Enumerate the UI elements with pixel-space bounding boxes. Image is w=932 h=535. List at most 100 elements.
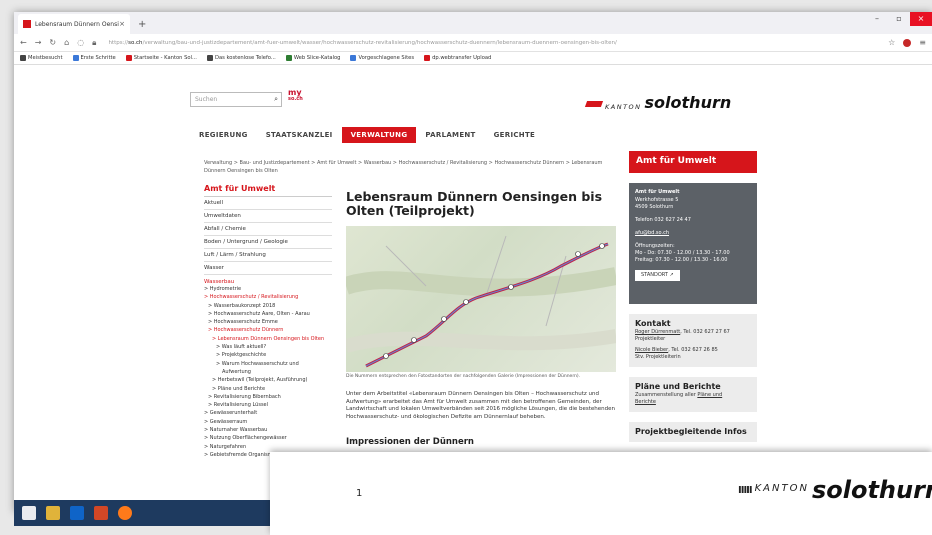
new-tab-button[interactable]: + — [138, 19, 146, 30]
bookmark-item[interactable]: Erste Schritte — [72, 55, 116, 61]
bookmark-item[interactable]: Das kostenlose Telefo... — [206, 55, 276, 61]
firefox-icon — [72, 55, 79, 61]
sidebar-item-boden[interactable]: Boden / Untergrund / Geologie — [204, 236, 332, 249]
bookmark-label: Startseite - Kanton Sol... — [133, 55, 197, 61]
nav-staatskanzlei[interactable]: STAATSKANZLEI — [257, 127, 342, 143]
maximize-button[interactable]: ▫ — [888, 12, 910, 26]
bookmark-star-icon[interactable]: ☆ — [888, 38, 895, 47]
url-bar[interactable]: https://so.ch/verwaltung/bau-und-justizd… — [104, 37, 880, 49]
url-path: /verwaltung/bau-und-justizdepartement/am… — [142, 39, 617, 46]
bookmark-item[interactable]: Web Slice-Katalog — [285, 55, 340, 61]
address-line: 4509 Solothurn — [635, 204, 674, 210]
sidebar-subitem[interactable]: > Wasserbaukonzept 2018 — [204, 302, 332, 310]
forward-icon[interactable]: → — [35, 38, 42, 47]
projekt-card: Projektbegleitende Infos — [629, 422, 757, 442]
url-prefix: https:// — [108, 39, 129, 46]
amt-header[interactable]: Amt für Umwelt — [629, 151, 757, 173]
sidebar-subitem[interactable]: > Hochwasserschutz / Revitalisierung — [204, 293, 332, 301]
standort-button[interactable]: STANDORT ↗ — [635, 270, 680, 281]
bookmark-item[interactable]: Vorgeschlagene Sites — [350, 55, 414, 61]
sidebar-item-aktuell[interactable]: Aktuell — [204, 197, 332, 210]
reload-icon[interactable]: ↻ — [49, 38, 56, 47]
projekt-title: Projektbegleitende Infos — [635, 427, 747, 436]
kontakt-link[interactable]: Roger Dürrenmatt — [635, 329, 680, 335]
hours-line: Freitag: 07.30 - 12.00 / 13.30 - 16.00 — [635, 257, 728, 263]
sidebar-item-luft[interactable]: Luft / Lärm / Strahlung — [204, 249, 332, 262]
plaene-link[interactable]: Pläne und — [697, 392, 722, 398]
url-domain: so.ch — [128, 39, 143, 46]
myso-logo[interactable]: my so.ch — [288, 89, 306, 109]
main-navigation: REGIERUNG STAATSKANZLEI VERWALTUNG PARLA… — [190, 127, 544, 143]
search-input[interactable]: Suchen ⌕ — [190, 92, 282, 107]
web-page: Suchen ⌕ my so.ch KANTON solothurn REGIE… — [14, 65, 932, 512]
sidebar-subitem[interactable]: Aufwertung — [204, 368, 332, 376]
logo-stripes: IIIII — [738, 485, 753, 496]
kontakt-role: Projektleiter — [635, 336, 666, 342]
myso-logo-bottom: so.ch — [288, 96, 303, 102]
windows-start-icon[interactable] — [22, 506, 36, 520]
bookmark-item[interactable]: dp.webtransfer Upload — [424, 55, 491, 61]
browser-window: Lebensraum Dünnern Oensing... × + – ▫ × … — [14, 12, 932, 512]
logo-solothurn-text: solothurn — [644, 93, 732, 112]
email-link[interactable]: afu@bd.so.ch — [635, 230, 751, 237]
project-map[interactable] — [346, 226, 616, 372]
main-content: Lebensraum Dünnern Oensingen bis Olten (… — [346, 190, 616, 447]
sidebar-subitem[interactable]: > Revitalisierung Lüssel — [204, 401, 332, 409]
sidebar-subitem[interactable]: > Nutzung Oberflächengewässer — [204, 434, 332, 442]
close-tab-icon[interactable]: × — [119, 20, 125, 28]
map-graphic — [346, 235, 616, 368]
search-placeholder: Suchen — [195, 96, 218, 103]
sidebar-subitem[interactable]: > Herbetswil (Teilprojekt, Ausführung) — [204, 376, 332, 384]
sidebar: Amt für Umwelt Aktuell Umweltdaten Abfal… — [204, 184, 332, 459]
sidebar-subitem[interactable]: > Hochwasserschutz Emme — [204, 318, 332, 326]
plaene-link[interactable]: Berichte — [635, 399, 751, 406]
bookmark-item[interactable]: Meistbesucht — [20, 55, 63, 61]
nav-verwaltung[interactable]: VERWALTUNG — [341, 127, 417, 143]
sidebar-item-wasser[interactable]: Wasser — [204, 262, 332, 275]
sidebar-item-umweltdaten[interactable]: Umweltdaten — [204, 210, 332, 223]
sidebar-subitem[interactable]: > Revitalisierung Bibernbach — [204, 393, 332, 401]
right-column: Amt für Umwelt Amt für Umwelt Werkhofstr… — [629, 151, 757, 442]
plaene-text: Zusammenstellung aller — [635, 392, 698, 398]
sidebar-subitem[interactable]: > Hydrometrie — [204, 285, 332, 293]
sidebar-subitem[interactable]: > Gewässerraum — [204, 418, 332, 426]
sidebar-subitem[interactable]: > Naturgefahren — [204, 443, 332, 451]
back-icon[interactable]: ← — [20, 38, 27, 47]
close-window-button[interactable]: × — [910, 12, 932, 26]
nav-regierung[interactable]: REGIERUNG — [190, 127, 257, 143]
sidebar-subitem[interactable]: > Naturnaher Wasserbau — [204, 426, 332, 434]
plaene-card: Pläne und Berichte Zusammenstellung alle… — [629, 377, 757, 412]
menu-icon[interactable]: ≡ — [919, 38, 926, 47]
nav-parlament[interactable]: PARLAMENT — [416, 127, 484, 143]
gear-icon — [20, 55, 26, 61]
sidebar-subitem-active[interactable]: > Lebensraum Dünnern Oensingen bis Olten — [204, 335, 332, 343]
firefox-icon[interactable] — [118, 506, 132, 520]
nav-gerichte[interactable]: GERICHTE — [485, 127, 544, 143]
search-icon[interactable]: ⌕ — [274, 95, 278, 104]
browser-tab[interactable]: Lebensraum Dünnern Oensing... × — [18, 14, 130, 34]
kontakt-phone: , Tel. 032 627 27 67 — [680, 329, 730, 335]
outlook-icon[interactable] — [70, 506, 84, 520]
powerpoint-icon[interactable] — [94, 506, 108, 520]
extension-icon[interactable] — [903, 38, 912, 47]
contact-box: Amt für Umwelt Werkhofstrasse 5 4509 Sol… — [629, 183, 757, 304]
sidebar-item-abfall[interactable]: Abfall / Chemie — [204, 223, 332, 236]
sidebar-subitem[interactable]: > Hochwasserschutz Aare, Olten - Aarau — [204, 310, 332, 318]
kontakt-link[interactable]: Nicole Bieber — [635, 347, 668, 353]
kanton-solothurn-logo[interactable]: KANTON solothurn — [584, 93, 732, 112]
shield-icon[interactable]: ◌ — [77, 38, 84, 47]
sidebar-subitem[interactable]: > Was läuft aktuell? — [204, 343, 332, 351]
sidebar-subitem[interactable]: > Warum Hochwasserschutz und — [204, 360, 332, 368]
sidebar-subitem[interactable]: > Projektgeschichte — [204, 351, 332, 359]
sidebar-subitem[interactable]: > Pläne und Berichte — [204, 385, 332, 393]
sidebar-subitem[interactable]: > Hochwasserschutz Dünnern — [204, 326, 332, 334]
sidebar-subitem[interactable]: > Gewässerunterhalt — [204, 409, 332, 417]
breadcrumb[interactable]: Verwaltung > Bau- und Justizdepartement … — [204, 159, 609, 175]
home-icon[interactable]: ⌂ — [64, 38, 69, 47]
file-explorer-icon[interactable] — [46, 506, 60, 520]
tab-bar: Lebensraum Dünnern Oensing... × + – ▫ × — [14, 12, 932, 34]
sidebar-heading[interactable]: Amt für Umwelt — [204, 184, 332, 197]
bookmark-item[interactable]: Startseite - Kanton Sol... — [125, 55, 197, 61]
slide-page-number: 1 — [356, 488, 363, 499]
minimize-button[interactable]: – — [866, 12, 888, 26]
